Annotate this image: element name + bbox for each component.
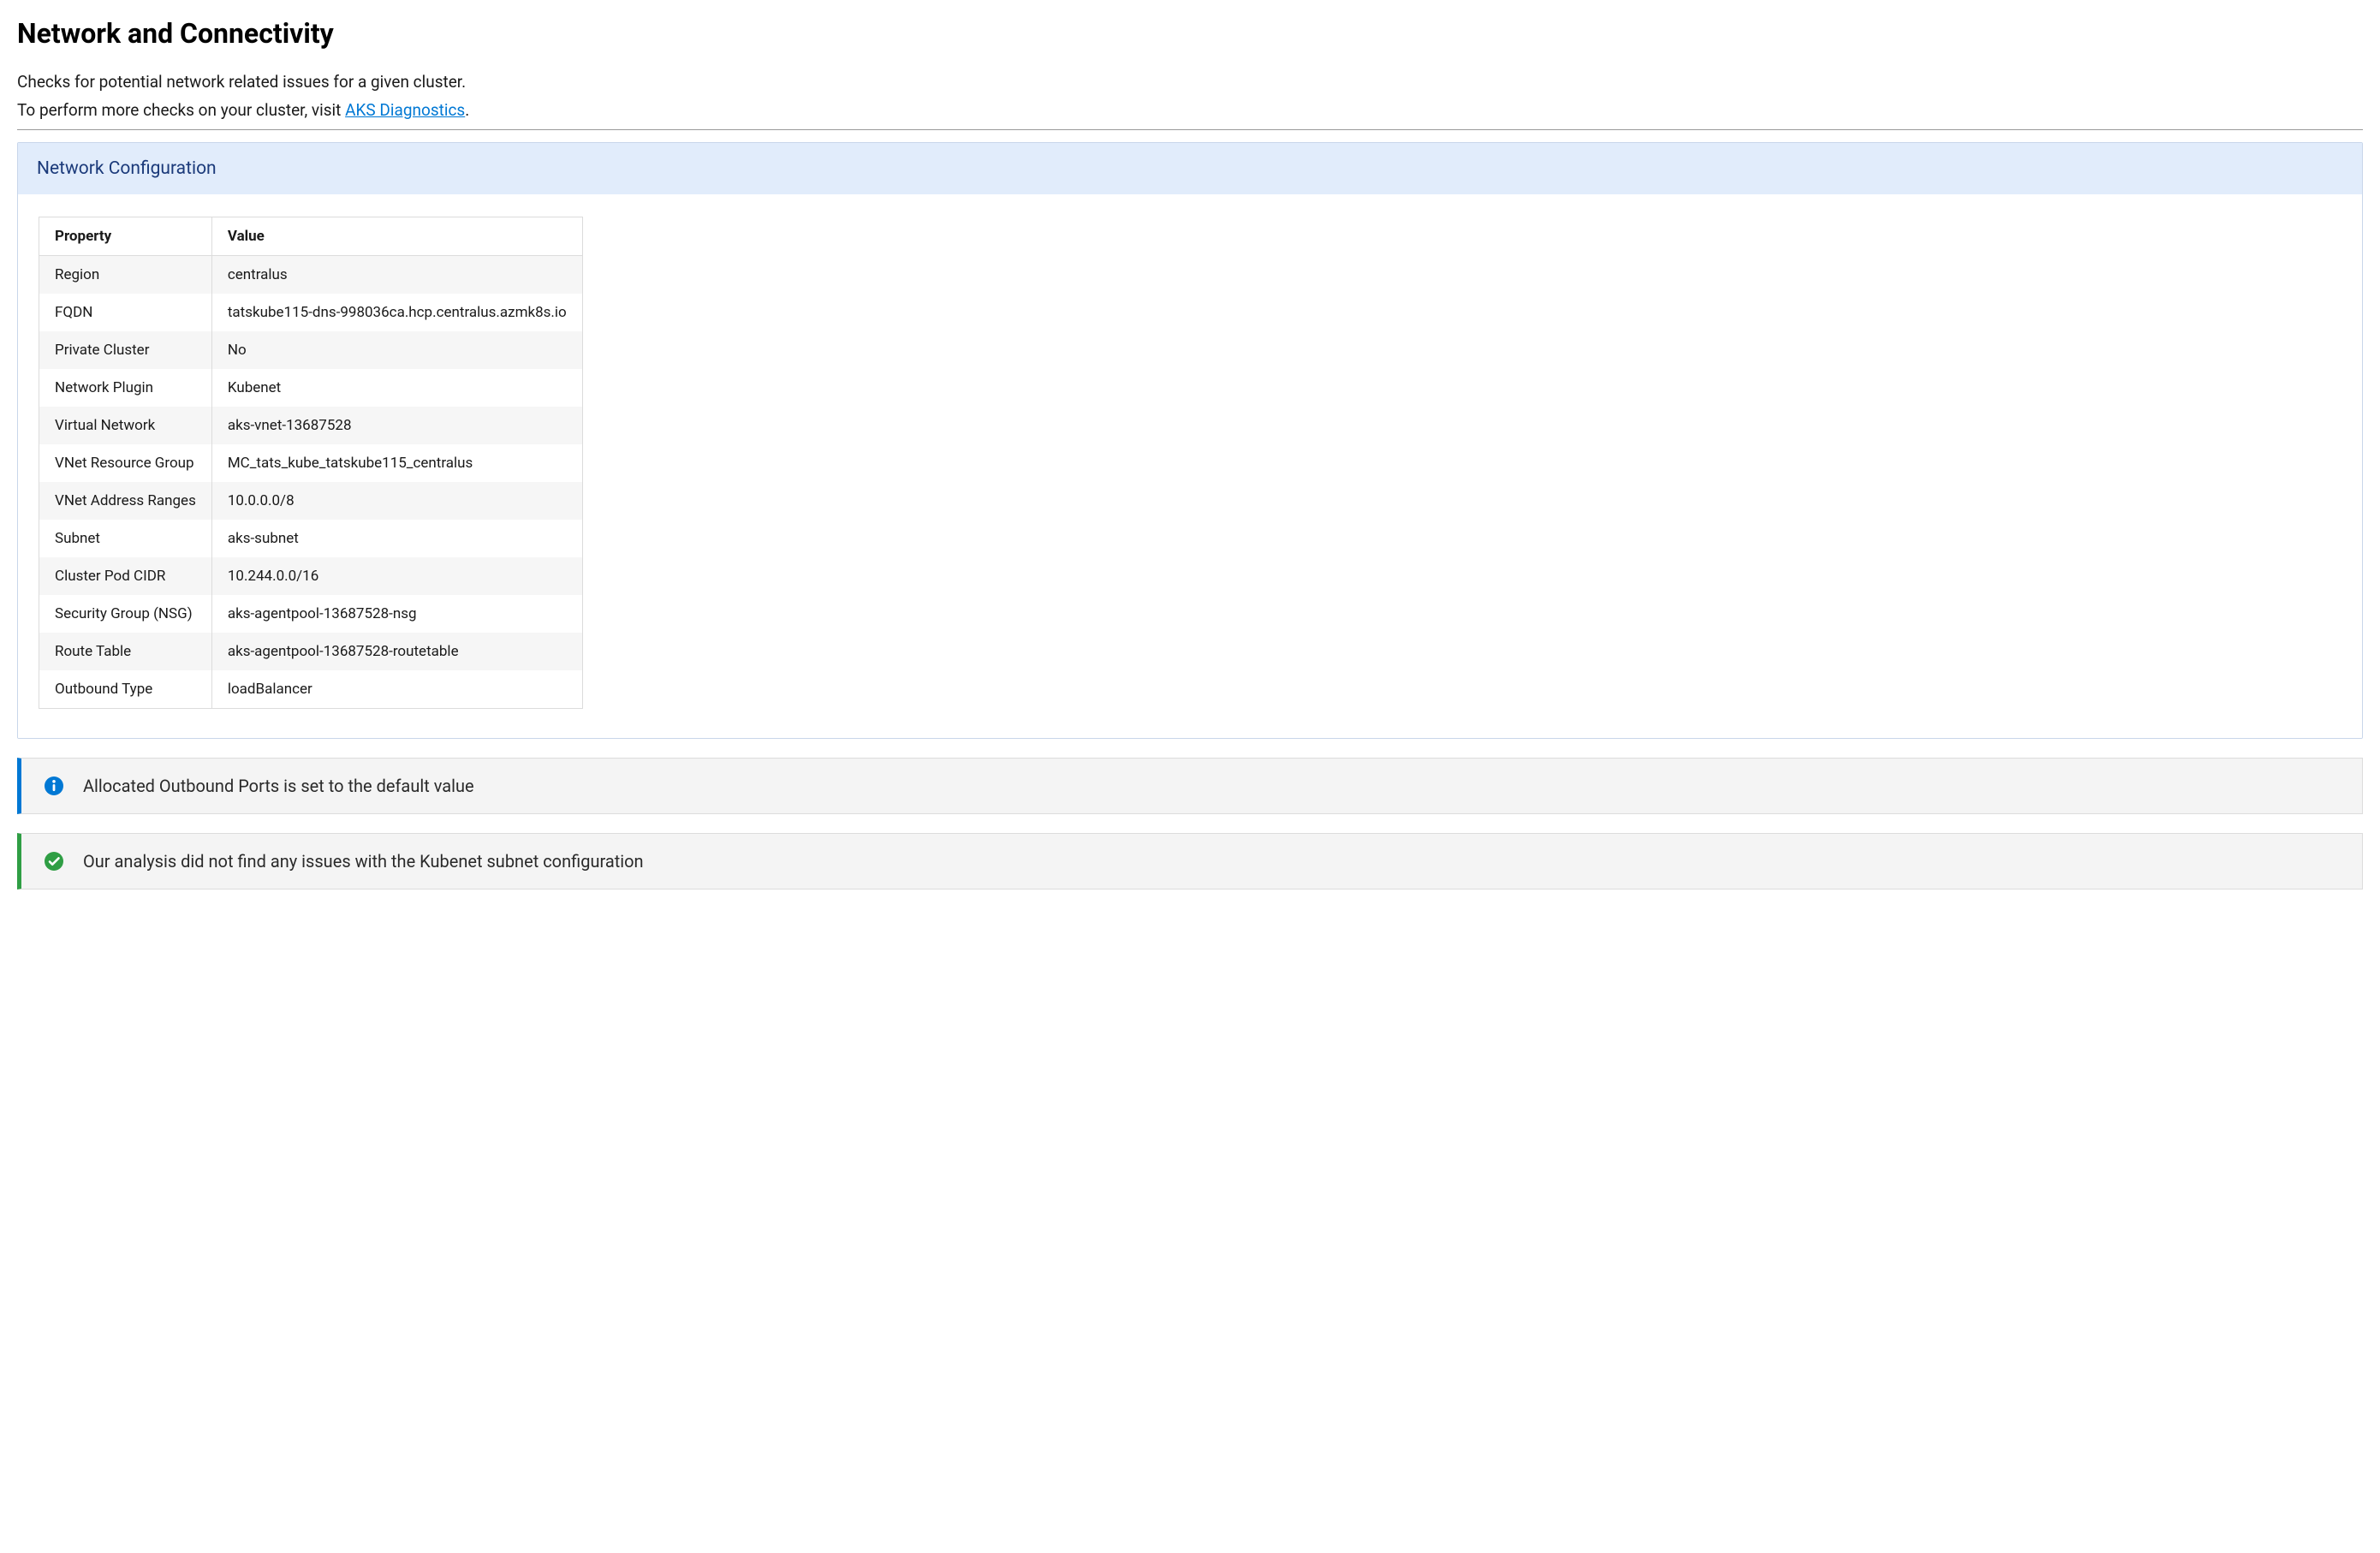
table-cell-value: loadBalancer (211, 670, 582, 709)
table-cell-property: Security Group (NSG) (39, 595, 212, 633)
table-cell-property: Cluster Pod CIDR (39, 557, 212, 595)
table-cell-property: Private Cluster (39, 331, 212, 369)
table-cell-property: VNet Resource Group (39, 444, 212, 482)
network-configuration-panel: Network Configuration Property Value Reg… (17, 142, 2363, 739)
table-cell-value: centralus (211, 256, 582, 295)
alert-message: Our analysis did not find any issues wit… (83, 851, 644, 872)
table-cell-property: Subnet (39, 520, 212, 557)
check-circle-icon (44, 851, 64, 872)
page-title: Network and Connectivity (17, 17, 2363, 50)
panel-header: Network Configuration (18, 143, 2362, 194)
table-row: Subnetaks-subnet (39, 520, 583, 557)
aks-diagnostics-link[interactable]: AKS Diagnostics (345, 100, 465, 120)
table-cell-value: 10.244.0.0/16 (211, 557, 582, 595)
table-cell-property: FQDN (39, 294, 212, 331)
table-cell-property: Route Table (39, 633, 212, 670)
table-row: VNet Address Ranges10.0.0.0/8 (39, 482, 583, 520)
table-cell-property: Region (39, 256, 212, 295)
table-row: Cluster Pod CIDR10.244.0.0/16 (39, 557, 583, 595)
table-cell-value: No (211, 331, 582, 369)
table-row: VNet Resource GroupMC_tats_kube_tatskube… (39, 444, 583, 482)
table-header-row: Property Value (39, 217, 583, 256)
panel-body: Property Value RegioncentralusFQDNtatsku… (18, 194, 2362, 738)
table-row: FQDNtatskube115-dns-998036ca.hcp.central… (39, 294, 583, 331)
table-row: Regioncentralus (39, 256, 583, 295)
table-cell-value: aks-agentpool-13687528-routetable (211, 633, 582, 670)
table-cell-value: aks-agentpool-13687528-nsg (211, 595, 582, 633)
table-row: Network PluginKubenet (39, 369, 583, 407)
table-col-property: Property (39, 217, 212, 256)
table-cell-value: Kubenet (211, 369, 582, 407)
table-cell-property: Network Plugin (39, 369, 212, 407)
intro-line-1: Checks for potential network related iss… (17, 70, 2363, 95)
table-row: Virtual Networkaks-vnet-13687528 (39, 407, 583, 444)
alert-success: Our analysis did not find any issues wit… (17, 833, 2363, 890)
table-row: Outbound TypeloadBalancer (39, 670, 583, 709)
table-row: Route Tableaks-agentpool-13687528-routet… (39, 633, 583, 670)
table-cell-value: tatskube115-dns-998036ca.hcp.centralus.a… (211, 294, 582, 331)
intro-line-2: To perform more checks on your cluster, … (17, 98, 2363, 123)
table-row: Security Group (NSG)aks-agentpool-136875… (39, 595, 583, 633)
table-cell-value: aks-subnet (211, 520, 582, 557)
table-cell-value: MC_tats_kube_tatskube115_centralus (211, 444, 582, 482)
intro-text-prefix: To perform more checks on your cluster, … (17, 100, 345, 120)
table-row: Private ClusterNo (39, 331, 583, 369)
table-cell-property: Outbound Type (39, 670, 212, 709)
network-config-table: Property Value RegioncentralusFQDNtatsku… (39, 217, 583, 709)
table-col-value: Value (211, 217, 582, 256)
alert-message: Allocated Outbound Ports is set to the d… (83, 776, 474, 796)
info-icon (44, 776, 64, 796)
alert-info: Allocated Outbound Ports is set to the d… (17, 758, 2363, 814)
table-cell-value: 10.0.0.0/8 (211, 482, 582, 520)
table-cell-property: VNet Address Ranges (39, 482, 212, 520)
table-cell-property: Virtual Network (39, 407, 212, 444)
intro-text-suffix: . (465, 100, 469, 120)
table-cell-value: aks-vnet-13687528 (211, 407, 582, 444)
intro-divider (17, 129, 2363, 130)
